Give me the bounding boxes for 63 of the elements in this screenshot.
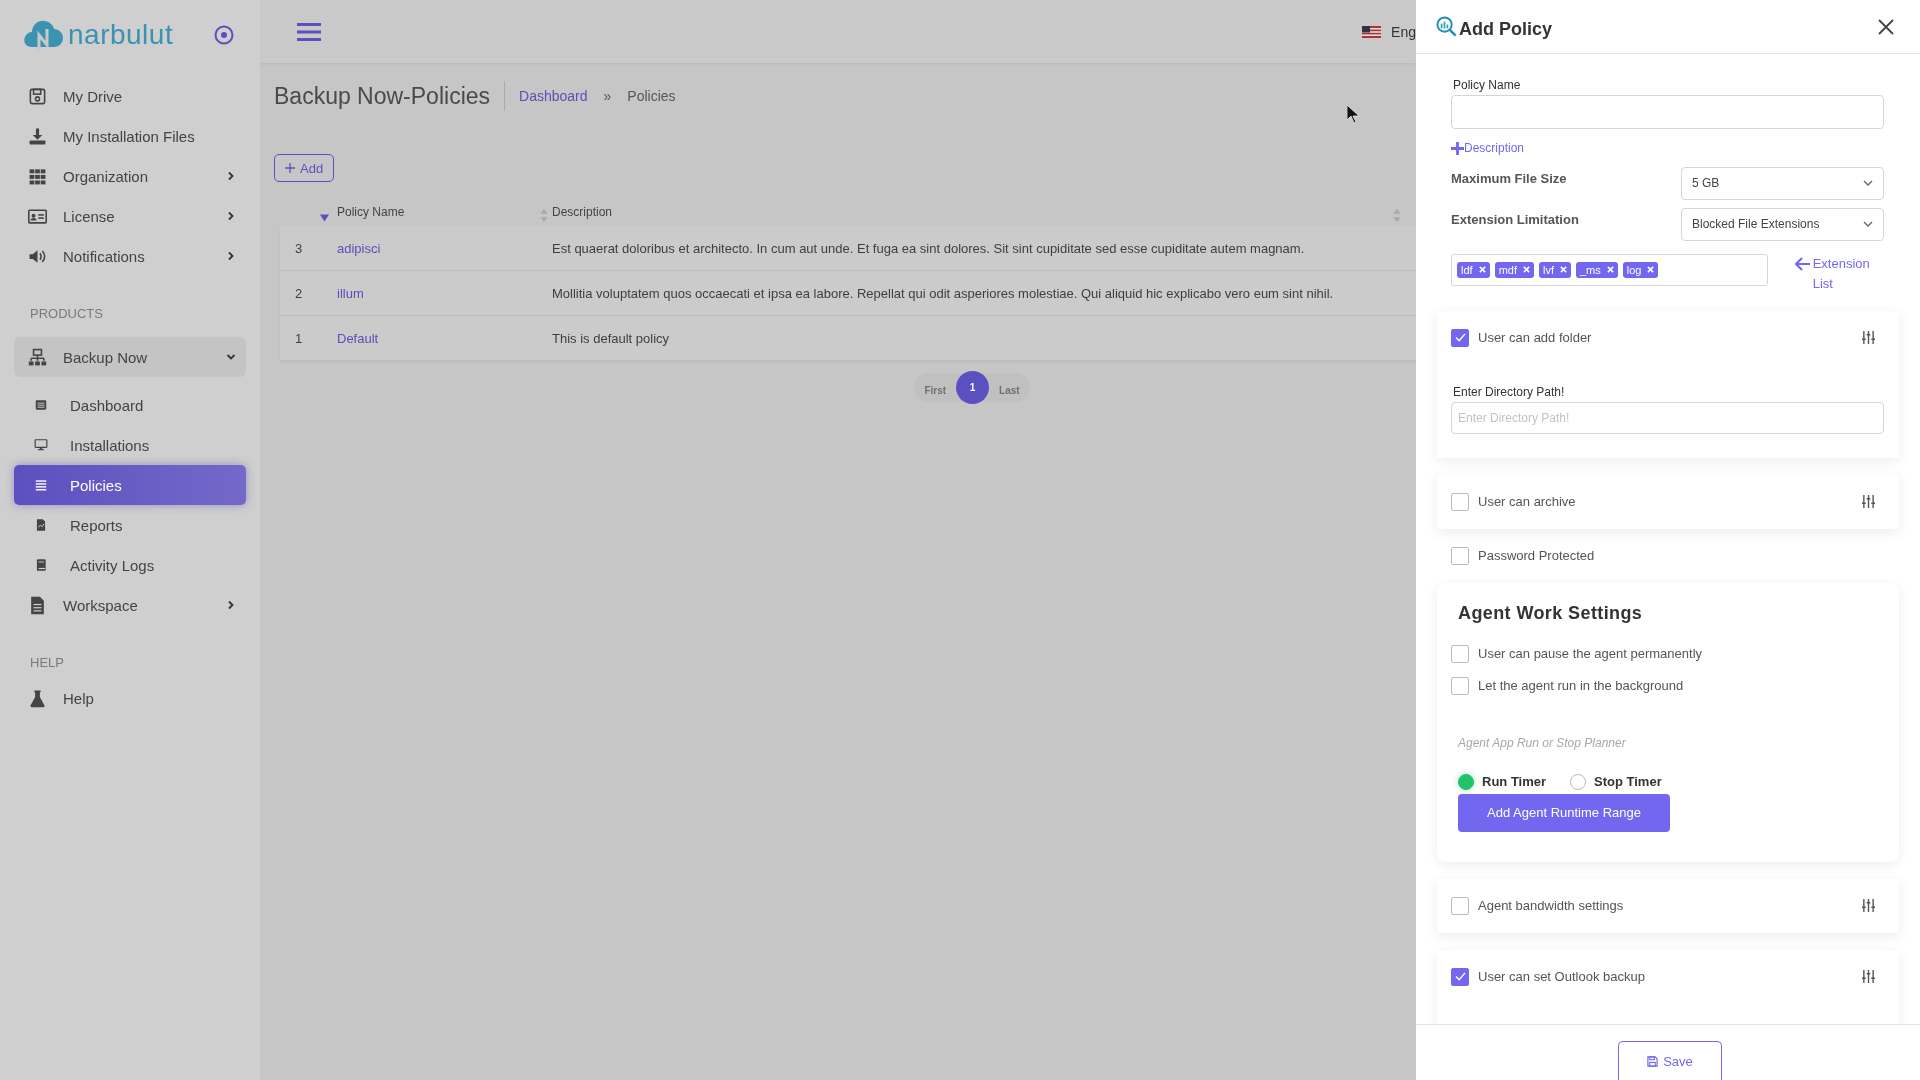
field-label: Policy Name xyxy=(1453,78,1522,92)
extension-limitation-dropdown[interactable]: Blocked File Extensions xyxy=(1681,207,1884,241)
table-cell: 3 xyxy=(295,240,303,256)
logo-text: narbulut xyxy=(68,19,174,51)
option-label: Password Protected xyxy=(1478,548,1596,563)
column-header[interactable]: Description xyxy=(552,205,613,219)
field-label: Enter Directory Path! xyxy=(1453,384,1566,399)
sidebar-item[interactable]: Organization xyxy=(14,156,246,196)
sidebar-subitem[interactable]: Dashboard xyxy=(14,385,246,425)
sidebar-subitem[interactable]: Installations xyxy=(14,425,246,465)
sidebar-item[interactable]: My Installation Files xyxy=(14,116,246,156)
table-cell: 2 xyxy=(295,285,303,301)
extension-tag: lvf xyxy=(1538,261,1571,278)
page-title: Backup Now-Policies xyxy=(274,82,491,110)
file-size-dropdown[interactable]: 5 GB xyxy=(1681,166,1884,200)
radio-label: Run Timer xyxy=(1482,774,1547,789)
policy-name-link[interactable]: illum xyxy=(337,285,364,301)
sidebar-subitem[interactable]: Reports xyxy=(14,505,246,545)
sidebar-item[interactable]: Backup Now xyxy=(14,337,246,377)
page-button[interactable]: 1 xyxy=(956,371,990,404)
option-label: User can set Outlook backup xyxy=(1478,969,1646,984)
section-title: Agent Work Settings xyxy=(1458,602,1644,624)
option-label: User can add folder xyxy=(1478,330,1593,345)
extension-tag: ldf xyxy=(1457,261,1490,278)
breadcrumb-link[interactable]: Dashboard xyxy=(519,88,588,104)
sidebar-item[interactable]: Help xyxy=(14,678,246,718)
sidebar-subitem[interactable]: Activity Logs xyxy=(14,545,246,585)
policy-name-link[interactable]: Default xyxy=(337,330,379,346)
option-label: Agent bandwidth settings xyxy=(1478,898,1625,913)
extension-tag: _ms xyxy=(1575,261,1618,278)
column-header[interactable]: Policy Name xyxy=(337,205,405,219)
sidebar-item[interactable]: Workspace xyxy=(14,585,246,625)
extensions-field[interactable]: ldf mdf lvf _ms log xyxy=(1451,253,1768,286)
option-label: User can archive xyxy=(1478,494,1577,509)
table-cell: Est quaerat doloribus et architecto. In cum aut unde. Et fuga ea sint dolores. Sit sint cupiditate sed esse cupiditate autem magnam. xyxy=(552,240,1305,256)
nav-section-heading: PRODUCTS xyxy=(29,305,104,323)
sidebar-item[interactable]: Notifications xyxy=(14,236,246,276)
planner-hint: Agent App Run or Stop Planner xyxy=(1458,735,1627,750)
extension-tag: mdf xyxy=(1494,261,1534,278)
field-label: Extension Limitation xyxy=(1451,211,1579,227)
add-runtime-range-button[interactable]: Add Agent Runtime Range xyxy=(1458,793,1670,832)
sidebar-subitem[interactable]: Policies xyxy=(14,465,246,505)
option-label: User can pause the agent permanently xyxy=(1478,646,1704,661)
extension-list-link[interactable]: Extension List xyxy=(1794,253,1884,294)
option-label: Let the agent run in the background xyxy=(1478,678,1685,693)
radio-label: Stop Timer xyxy=(1594,774,1662,789)
extension-tag: log xyxy=(1622,261,1659,278)
nav-section-heading: HELP xyxy=(29,654,65,672)
field-label: Maximum File Size xyxy=(1451,170,1567,186)
directory-path-field[interactable]: Enter Directory Path! xyxy=(1451,401,1884,434)
policy-name-link[interactable]: adipisci xyxy=(337,240,381,256)
sidebar-item[interactable]: My Drive xyxy=(14,76,246,116)
breadcrumb-current: Policies xyxy=(627,88,676,104)
table-cell: This is default policy xyxy=(552,330,670,346)
add-button[interactable]: Add xyxy=(274,154,335,182)
description-link[interactable]: Description xyxy=(1451,141,1525,155)
sidebar-item[interactable]: License xyxy=(14,196,246,236)
drawer-title: Add Policy xyxy=(1459,19,1553,40)
language-label[interactable]: Eng xyxy=(1391,23,1416,40)
breadcrumb-separator: » xyxy=(603,88,612,104)
table-cell: Mollitia voluptatem quos occaecati et ipsa ea labore. Repellat qui odit asperiores molestiae. Qui aliquid hic explicabo vero eum sint nihil. xyxy=(552,285,1334,301)
save-button[interactable]: Save xyxy=(1618,1041,1722,1080)
table-cell: 1 xyxy=(295,330,303,346)
